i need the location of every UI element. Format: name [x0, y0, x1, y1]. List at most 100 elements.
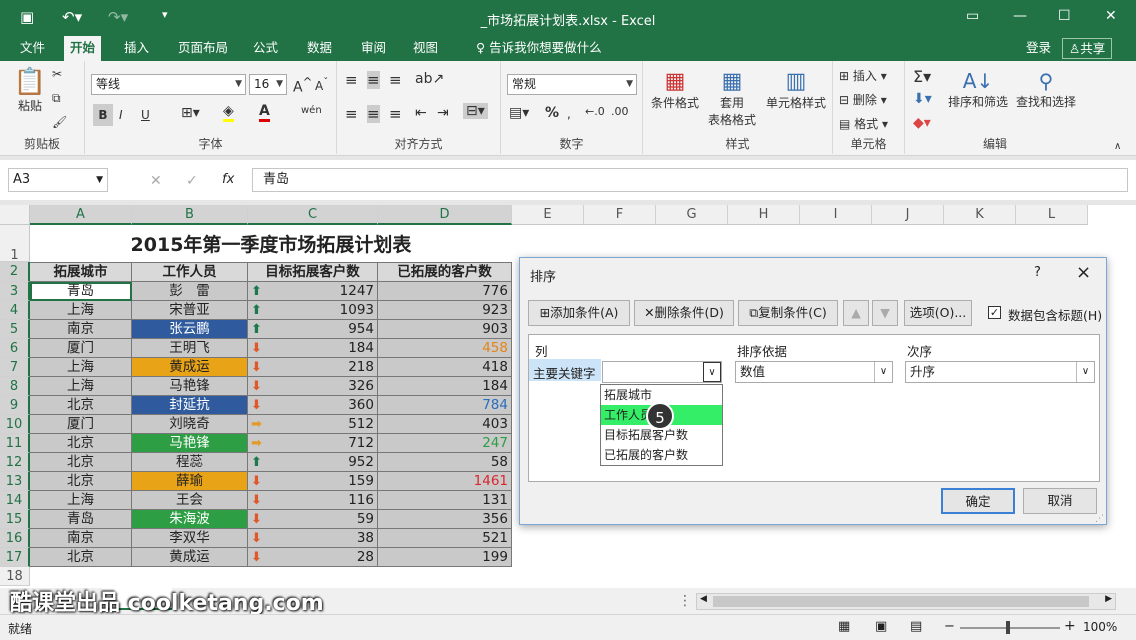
- ok-button[interactable]: 确定: [941, 488, 1015, 514]
- scroll-right-icon[interactable]: ▶: [1105, 594, 1112, 604]
- cell-done[interactable]: 458: [378, 339, 512, 358]
- column-header-D[interactable]: D: [378, 205, 512, 225]
- cell-target[interactable]: 59 ⬇: [248, 510, 378, 529]
- cell-person[interactable]: 宋普亚: [132, 301, 248, 320]
- column-header-L[interactable]: L: [1016, 205, 1088, 225]
- cell-target[interactable]: 159 ⬇: [248, 472, 378, 491]
- autosum-icon[interactable]: Σ▾: [913, 67, 931, 86]
- delete-level-button[interactable]: ✕删除条件(D): [634, 300, 734, 326]
- column-header-E[interactable]: E: [512, 205, 584, 225]
- paste-button[interactable]: 📋 粘贴: [12, 67, 48, 114]
- fill-color-icon[interactable]: ◈: [223, 103, 234, 122]
- cell-done[interactable]: 923: [378, 301, 512, 320]
- align-center-icon[interactable]: ≡: [367, 105, 380, 123]
- find-select-button[interactable]: ⚲ 查找和选择: [1013, 69, 1079, 110]
- comma-icon[interactable]: ,: [567, 107, 571, 121]
- column-header-I[interactable]: I: [800, 205, 872, 225]
- row-header-3[interactable]: 3: [0, 282, 30, 301]
- column-header-K[interactable]: K: [944, 205, 1016, 225]
- cell-city[interactable]: 上海: [30, 358, 132, 377]
- resize-grip-icon[interactable]: ⋰: [1095, 514, 1104, 524]
- cell-target[interactable]: 954 ⬆: [248, 320, 378, 339]
- select-all-corner[interactable]: [0, 205, 30, 225]
- tab-2[interactable]: 插入: [118, 36, 155, 61]
- zoom-out-icon[interactable]: −: [944, 619, 955, 634]
- row-header-5[interactable]: 5: [0, 320, 30, 339]
- row-header-9[interactable]: 9: [0, 396, 30, 415]
- cell-city[interactable]: 南京: [30, 529, 132, 548]
- cell-target[interactable]: 360 ⬇: [248, 396, 378, 415]
- number-format-combo[interactable]: 常规 ▼: [507, 74, 637, 95]
- cell-person[interactable]: 王明飞: [132, 339, 248, 358]
- page-break-icon[interactable]: ▤: [910, 619, 922, 634]
- cell-person[interactable]: 张云鹏: [132, 320, 248, 339]
- insert-function-icon[interactable]: fx: [222, 172, 234, 187]
- cell-done[interactable]: 247: [378, 434, 512, 453]
- row-header-11[interactable]: 11: [0, 434, 30, 453]
- cell-target[interactable]: 1093 ⬆: [248, 301, 378, 320]
- row-header-15[interactable]: 15: [0, 510, 30, 529]
- row-header-12[interactable]: 12: [0, 453, 30, 472]
- row-header-13[interactable]: 13: [0, 472, 30, 491]
- tab-5[interactable]: 数据: [301, 36, 338, 61]
- column-select[interactable]: ∨: [602, 361, 722, 383]
- ribbon-display-icon[interactable]: ▭: [966, 8, 979, 24]
- cell-done[interactable]: 199: [378, 548, 512, 567]
- cell-person[interactable]: 黄成运: [132, 358, 248, 377]
- phonetic-icon[interactable]: wén: [301, 105, 322, 116]
- formula-input[interactable]: 青岛: [252, 168, 1128, 192]
- align-bottom-icon[interactable]: ≡: [389, 71, 402, 89]
- cell-city[interactable]: 北京: [30, 434, 132, 453]
- increase-font-icon[interactable]: A^: [293, 75, 312, 96]
- format-cells-button[interactable]: ▤ 格式 ▾: [839, 115, 888, 132]
- sheet-title[interactable]: 2015年第一季度市场拓展计划表: [30, 225, 512, 262]
- cell-person[interactable]: 彭 雷: [132, 282, 248, 301]
- cell-target[interactable]: 218 ⬇: [248, 358, 378, 377]
- decrease-indent-icon[interactable]: ⇤: [415, 105, 427, 121]
- row-header-2[interactable]: 2: [0, 262, 30, 282]
- cell-target[interactable]: 38 ⬇: [248, 529, 378, 548]
- increase-decimal-icon[interactable]: ←.0: [585, 105, 605, 118]
- format-painter-icon[interactable]: 🖌: [52, 115, 67, 129]
- merge-center-icon[interactable]: ⊟▾: [463, 103, 488, 119]
- cell-city[interactable]: 北京: [30, 396, 132, 415]
- table-header-cell[interactable]: 工作人员: [132, 262, 248, 282]
- table-header-cell[interactable]: 已拓展的客户数: [378, 262, 512, 282]
- cell-person[interactable]: 封延抗: [132, 396, 248, 415]
- cell-city[interactable]: 上海: [30, 377, 132, 396]
- fill-icon[interactable]: ⬇▾: [913, 91, 932, 107]
- zoom-slider[interactable]: [960, 627, 1060, 629]
- tab-4[interactable]: 公式: [247, 36, 284, 61]
- align-left-icon[interactable]: ≡: [345, 105, 358, 123]
- scroll-left-icon[interactable]: ◀: [700, 594, 707, 604]
- cell-target[interactable]: 712 ➡: [248, 434, 378, 453]
- tab-1[interactable]: 开始: [64, 36, 102, 61]
- font-color-icon[interactable]: A: [259, 103, 270, 122]
- column-header-B[interactable]: B: [132, 205, 248, 225]
- row-header-16[interactable]: 16: [0, 529, 30, 548]
- options-button[interactable]: 选项(O)...: [904, 300, 972, 326]
- close-icon[interactable]: ✕: [1105, 8, 1117, 24]
- insert-cells-button[interactable]: ⊞ 插入 ▾: [839, 67, 887, 84]
- cell-done[interactable]: 776: [378, 282, 512, 301]
- cell-done[interactable]: 418: [378, 358, 512, 377]
- increase-indent-icon[interactable]: ⇥: [437, 105, 449, 121]
- cell-city[interactable]: 青岛: [30, 510, 132, 529]
- name-box[interactable]: A3 ▼: [8, 168, 108, 192]
- currency-icon[interactable]: ▤▾: [509, 105, 529, 121]
- cancel-entry-icon[interactable]: ✕: [150, 173, 162, 189]
- zoom-in-icon[interactable]: +: [1064, 618, 1076, 634]
- confirm-entry-icon[interactable]: ✓: [186, 173, 198, 189]
- cell-done[interactable]: 58: [378, 453, 512, 472]
- border-icon[interactable]: ⊞▾: [181, 105, 200, 121]
- row-header-14[interactable]: 14: [0, 491, 30, 510]
- cell-done[interactable]: 403: [378, 415, 512, 434]
- copy-icon[interactable]: ⧉: [52, 91, 61, 106]
- cell-city[interactable]: 上海: [30, 301, 132, 320]
- orientation-icon[interactable]: ab↗: [415, 71, 444, 87]
- collapse-ribbon-icon[interactable]: ∧: [1114, 141, 1121, 152]
- conditional-format-button[interactable]: ▦ 条件格式: [647, 69, 703, 111]
- cell-person[interactable]: 程蕊: [132, 453, 248, 472]
- normal-view-icon[interactable]: ▦: [838, 619, 850, 634]
- cell-person[interactable]: 马艳锋: [132, 434, 248, 453]
